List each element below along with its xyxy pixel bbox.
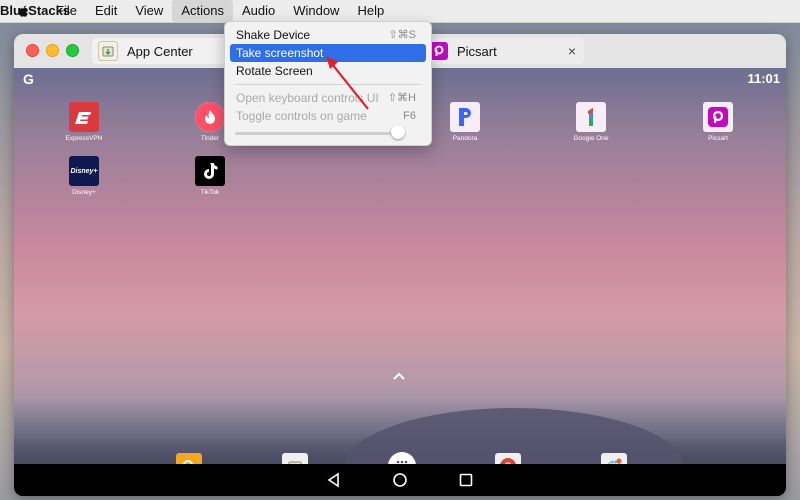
app-label: Google One [573,135,609,142]
menu-item-label: Open keyboard controls UI [236,91,379,105]
menu-item-shortcut: ⇧⌘H [387,92,416,104]
app-label: Disney+ [72,189,96,196]
dock-app-center[interactable] [282,453,308,464]
menu-window[interactable]: Window [284,0,348,22]
menu-view[interactable]: View [126,0,172,22]
app-google-one[interactable]: Google One [561,102,621,142]
app-label: Picsart [708,135,728,142]
tab-label: App Center [127,43,193,59]
tinder-icon [195,102,225,132]
close-tab-icon[interactable]: × [568,43,576,59]
menu-item-shortcut: ⇧⌘S [388,29,416,41]
menu-item-rotate-screen[interactable]: Rotate Screen [230,62,426,80]
menu-item-label: Toggle controls on game [236,109,367,123]
tab-label: Picsart [457,43,497,59]
menu-help[interactable]: Help [348,0,393,22]
menu-item-shortcut: F6 [403,110,416,122]
volume-slider-track[interactable] [235,132,405,135]
menu-actions[interactable]: Actions [172,0,233,22]
menu-item-take-screenshot[interactable]: Take screenshot [230,44,426,62]
menu-item-toggle-controls: Toggle controls on game F6 [230,107,426,125]
google-one-icon [576,102,606,132]
disney-plus-icon: Disney+ [69,156,99,186]
fullscreen-window-button[interactable] [66,44,79,57]
volume-slider-knob[interactable] [391,125,406,139]
picsart-icon [430,42,448,60]
menu-app-name[interactable]: BlueStacks [0,0,70,22]
android-nav-bar [14,464,786,496]
tab-app-center[interactable]: App Center [92,38,242,64]
menu-item-label: Rotate Screen [236,64,313,78]
recents-icon[interactable] [458,472,474,488]
menu-audio[interactable]: Audio [233,0,284,22]
google-logo: G [23,71,34,87]
chrome-icon [500,458,516,464]
app-drawer-up-icon[interactable] [392,368,406,384]
browser-globe-icon [608,458,622,464]
home-icon[interactable] [392,472,408,488]
menu-item-shake-device[interactable]: Shake Device ⇧⌘S [230,26,426,44]
app-label: ExpressVPN [65,135,103,142]
app-tiktok[interactable]: TikTok [180,156,240,196]
app-center-icon [98,41,118,61]
actions-dropdown-menu: Shake Device ⇧⌘S Take screenshot Rotate … [224,21,432,146]
dock-browser[interactable] [601,453,627,464]
app-disney-plus[interactable]: Disney+ Disney+ [54,156,114,196]
app-label: Pandora [452,135,478,142]
dock-search[interactable] [176,453,202,464]
app-pandora[interactable]: Pandora [435,102,495,142]
picsart-icon [703,102,733,132]
menu-item-label: Take screenshot [236,46,324,60]
minimize-window-button[interactable] [46,44,59,57]
app-label: TikTok [200,189,220,196]
menu-item-open-keyboard-controls: Open keyboard controls UI ⇧⌘H [230,89,426,107]
app-picsart[interactable]: Picsart [688,102,748,142]
menu-item-label: Shake Device [236,28,311,42]
back-icon[interactable] [326,472,342,488]
mac-menu-bar: BlueStacks File Edit View Actions Audio … [0,0,800,23]
expressvpn-icon [69,102,99,132]
app-expressvpn[interactable]: ExpressVPN [54,102,114,142]
close-window-button[interactable] [26,44,39,57]
dock-chrome[interactable] [495,453,521,464]
traffic-lights [26,44,79,57]
menu-divider [235,84,421,85]
status-clock: 11:01 [747,71,780,86]
pandora-icon [450,102,480,132]
tab-picsart[interactable]: Picsart × [424,38,584,64]
tiktok-icon [195,156,225,186]
menu-edit[interactable]: Edit [86,0,126,22]
